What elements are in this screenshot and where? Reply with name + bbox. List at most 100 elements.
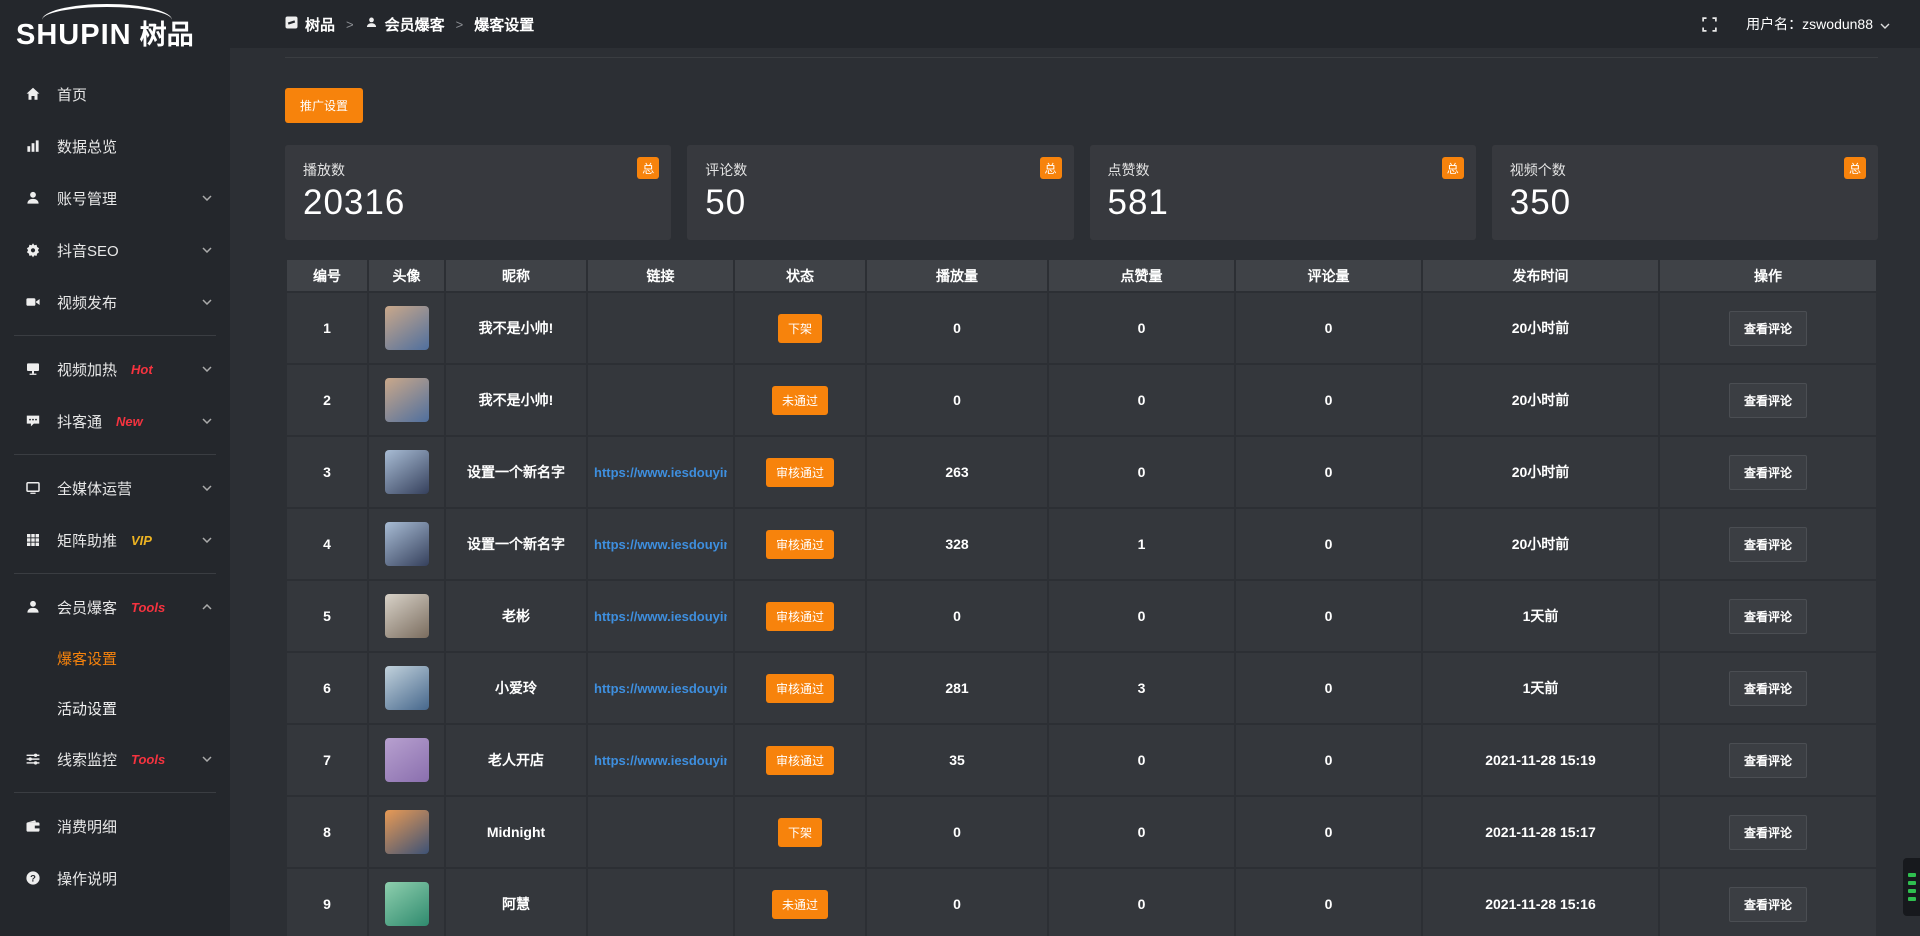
cell-status: 未通过 xyxy=(735,365,865,435)
cell-avatar xyxy=(369,725,444,795)
breadcrumb-item-root[interactable]: 树品 xyxy=(285,14,335,35)
cell-comments: 0 xyxy=(1236,725,1421,795)
username-label: 用户名：zswodun88 xyxy=(1746,14,1873,34)
chevron-down-icon xyxy=(202,366,212,372)
view-comments-button[interactable]: 查看评论 xyxy=(1729,743,1807,778)
promotion-settings-button[interactable]: 推广设置 xyxy=(285,88,363,123)
status-badge[interactable]: 审核通过 xyxy=(766,458,834,487)
cell-link: https://www.iesdouyin.c xyxy=(588,509,733,579)
cell-plays: 0 xyxy=(867,581,1047,651)
sidebar-item-member-baoke[interactable]: 会员爆客 Tools xyxy=(0,581,230,633)
menu-divider xyxy=(14,335,216,336)
view-comments-button[interactable]: 查看评论 xyxy=(1729,527,1807,562)
cell-time: 2021-11-28 15:19 xyxy=(1423,725,1658,795)
sidebar-item-account-mgmt[interactable]: 账号管理 xyxy=(0,172,230,224)
video-link[interactable]: https://www.iesdouyin.c xyxy=(594,681,727,696)
table-row: 6 小爱玲 https://www.iesdouyin.c 审核通过 281 3… xyxy=(287,653,1876,723)
view-comments-button[interactable]: 查看评论 xyxy=(1729,311,1807,346)
cell-likes: 0 xyxy=(1049,293,1234,363)
logo-arc-decoration xyxy=(42,4,172,20)
hot-badge: Hot xyxy=(131,362,153,377)
user-icon xyxy=(365,16,378,33)
sidebar-item-video-heat[interactable]: 视频加热 Hot xyxy=(0,343,230,395)
view-comments-button[interactable]: 查看评论 xyxy=(1729,383,1807,418)
cell-status: 审核通过 xyxy=(735,725,865,795)
status-badge[interactable]: 审核通过 xyxy=(766,674,834,703)
sidebar-item-clue-monitor[interactable]: 线索监控 Tools xyxy=(0,733,230,785)
status-badge[interactable]: 审核通过 xyxy=(766,530,834,559)
sidebar-menu: 首页 数据总览 账号管理 抖音SEO 视频发布 视频加热 Hot xyxy=(0,60,230,904)
cell-id: 4 xyxy=(287,509,367,579)
cell-comments: 0 xyxy=(1236,509,1421,579)
view-comments-button[interactable]: 查看评论 xyxy=(1729,599,1807,634)
chevron-down-icon xyxy=(202,756,212,762)
stat-card-comments: 评论数 50 总 xyxy=(687,145,1073,240)
status-badge[interactable]: 审核通过 xyxy=(766,746,834,775)
cell-likes: 0 xyxy=(1049,581,1234,651)
cell-link: https://www.iesdouyin.c xyxy=(588,653,733,723)
sidebar-item-label: 消费明细 xyxy=(57,816,117,837)
status-badge[interactable]: 未通过 xyxy=(772,890,828,919)
sidebar-item-data-overview[interactable]: 数据总览 xyxy=(0,120,230,172)
cell-status: 审核通过 xyxy=(735,653,865,723)
col-header-link: 链接 xyxy=(588,260,733,291)
cell-nickname: Midnight xyxy=(446,797,586,867)
cell-avatar xyxy=(369,293,444,363)
floating-widget[interactable] xyxy=(1903,858,1920,916)
chevron-down-icon xyxy=(1880,16,1890,32)
video-link[interactable]: https://www.iesdouyin.c xyxy=(594,753,727,768)
cell-likes: 0 xyxy=(1049,797,1234,867)
comment-bubble-icon xyxy=(24,413,42,429)
sidebar-item-matrix-boost[interactable]: 矩阵助推 VIP xyxy=(0,514,230,566)
status-badge[interactable]: 审核通过 xyxy=(766,602,834,631)
cell-link: https://www.iesdouyin.c xyxy=(588,725,733,795)
video-link[interactable]: https://www.iesdouyin.c xyxy=(594,609,727,624)
cell-time: 20小时前 xyxy=(1423,365,1658,435)
chevron-down-icon xyxy=(202,418,212,424)
view-comments-button[interactable]: 查看评论 xyxy=(1729,671,1807,706)
stat-value: 350 xyxy=(1510,183,1860,223)
breadcrumb-item-member-baoke[interactable]: 会员爆客 xyxy=(365,14,445,35)
user-menu[interactable]: 用户名：zswodun88 xyxy=(1746,14,1890,34)
sidebar-item-consume-detail[interactable]: 消费明细 xyxy=(0,800,230,852)
sidebar-item-douyin-seo[interactable]: 抖音SEO xyxy=(0,224,230,276)
app-logo[interactable]: SHUPIN 树品 xyxy=(0,0,230,60)
status-badge[interactable]: 下架 xyxy=(778,314,822,343)
avatar xyxy=(385,450,429,494)
cell-comments: 0 xyxy=(1236,797,1421,867)
table-row: 2 我不是小帅! 未通过 0 0 0 20小时前 查看评论 xyxy=(287,365,1876,435)
video-link[interactable]: https://www.iesdouyin.c xyxy=(594,537,727,552)
view-comments-button[interactable]: 查看评论 xyxy=(1729,815,1807,850)
cell-actions: 查看评论 xyxy=(1660,293,1876,363)
video-link[interactable]: https://www.iesdouyin.c xyxy=(594,465,727,480)
sidebar-item-help[interactable]: ? 操作说明 xyxy=(0,852,230,904)
sidebar-item-label: 会员爆客 xyxy=(57,597,117,618)
tools-badge: Tools xyxy=(131,752,165,767)
videos-table: 编号 头像 昵称 链接 状态 播放量 点赞量 评论量 发布时间 操作 1 我不是… xyxy=(285,258,1878,936)
sidebar-item-douketong[interactable]: 抖客通 New xyxy=(0,395,230,447)
status-badge[interactable]: 未通过 xyxy=(772,386,828,415)
menu-divider xyxy=(14,792,216,793)
sidebar-item-all-media[interactable]: 全媒体运营 xyxy=(0,462,230,514)
cell-actions: 查看评论 xyxy=(1660,725,1876,795)
menu-divider xyxy=(14,573,216,574)
sidebar-subitem-activity-settings[interactable]: 活动设置 xyxy=(0,683,230,733)
sidebar-item-home[interactable]: 首页 xyxy=(0,68,230,120)
fullscreen-icon[interactable] xyxy=(1701,16,1718,33)
sidebar-subitem-baoke-settings[interactable]: 爆客设置 xyxy=(0,633,230,683)
sidebar-item-label: 账号管理 xyxy=(57,188,117,209)
avatar xyxy=(385,882,429,926)
view-comments-button[interactable]: 查看评论 xyxy=(1729,887,1807,922)
status-badge[interactable]: 下架 xyxy=(778,818,822,847)
col-header-plays: 播放量 xyxy=(867,260,1047,291)
logo-text-en: SHUPIN xyxy=(16,19,132,52)
cell-time: 20小时前 xyxy=(1423,509,1658,579)
cell-plays: 263 xyxy=(867,437,1047,507)
sidebar-item-video-publish[interactable]: 视频发布 xyxy=(0,276,230,328)
cell-comments: 0 xyxy=(1236,365,1421,435)
cell-time: 1天前 xyxy=(1423,653,1658,723)
screen-stand-icon xyxy=(24,361,42,377)
view-comments-button[interactable]: 查看评论 xyxy=(1729,455,1807,490)
cell-id: 2 xyxy=(287,365,367,435)
cell-id: 1 xyxy=(287,293,367,363)
